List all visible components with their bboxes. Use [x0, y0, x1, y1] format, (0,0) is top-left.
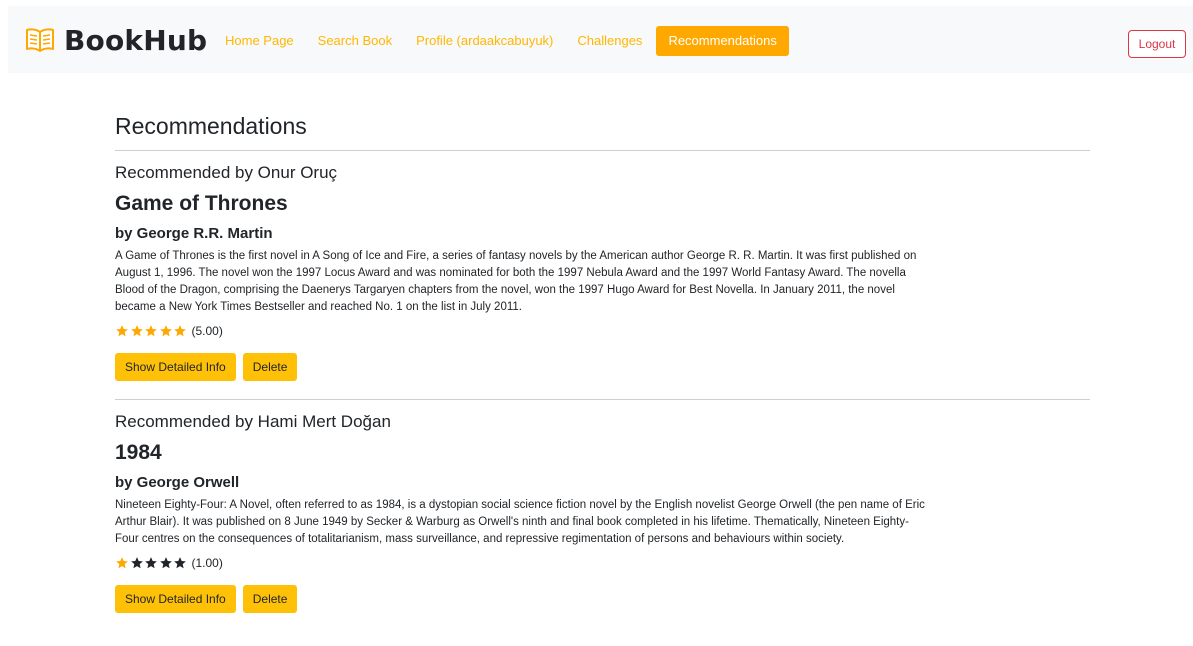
star-icon — [174, 325, 186, 337]
nav-links: Home Page Search Book Profile (ardaakcab… — [213, 26, 789, 56]
recommendation-divider — [115, 399, 1090, 400]
star-icon — [174, 557, 186, 569]
delete-button[interactable]: Delete — [242, 353, 298, 381]
star-icon — [130, 325, 143, 337]
star-icon — [159, 325, 172, 337]
star-icon — [116, 557, 128, 569]
brand[interactable]: BookHub — [25, 23, 208, 57]
main-content: Recommendations Recommended by Onur Oruç… — [115, 110, 1090, 613]
book-description: Nineteen Eighty-Four: A Novel, often ref… — [115, 499, 925, 545]
recommender-name: Recommended by Hami Mert Doğan — [115, 412, 391, 431]
star-icon — [159, 557, 172, 569]
nav-link-search-book[interactable]: Search Book — [306, 26, 404, 56]
rating: (5.00) — [115, 323, 1090, 339]
show-detailed-info-button[interactable]: Show Detailed Info — [115, 353, 236, 381]
navbar: BookHub Home Page Search Book Profile (a… — [8, 6, 1193, 73]
rating-value: (5.00) — [191, 324, 223, 338]
star-rating — [115, 556, 188, 570]
star-icon — [130, 557, 143, 569]
card-actions: Show Detailed Info Delete — [115, 585, 1090, 613]
nav-link-profile[interactable]: Profile (ardaakcabuyuk) — [404, 26, 565, 56]
open-book-icon — [26, 28, 54, 52]
book-author: by George Orwell — [115, 474, 240, 491]
card-actions: Show Detailed Info Delete — [115, 353, 1090, 381]
book-author: by George R.R. Martin — [115, 225, 273, 242]
show-detailed-info-button[interactable]: Show Detailed Info — [115, 585, 236, 613]
recommendation-card: Recommended by Hami Mert Doğan 1984 by G… — [115, 411, 1090, 613]
recommendation-card: Recommended by Onur Oruç Game of Thrones… — [115, 162, 1090, 381]
book-description: A Game of Thrones is the first novel in … — [115, 250, 917, 313]
brand-name: BookHub — [64, 23, 208, 57]
rating: (1.00) — [115, 555, 1090, 571]
star-rating — [115, 324, 188, 338]
title-divider — [115, 150, 1090, 151]
star-icon — [145, 557, 157, 569]
nav-link-home[interactable]: Home Page — [213, 26, 306, 56]
star-icon — [145, 325, 157, 337]
page-title: Recommendations — [115, 113, 307, 139]
star-icon — [116, 325, 128, 337]
delete-button[interactable]: Delete — [242, 585, 298, 613]
nav-link-recommendations[interactable]: Recommendations — [656, 26, 789, 56]
nav-link-challenges[interactable]: Challenges — [565, 26, 654, 56]
logout-button[interactable]: Logout — [1128, 30, 1186, 58]
book-title: Game of Thrones — [115, 192, 288, 215]
recommender-name: Recommended by Onur Oruç — [115, 163, 338, 182]
book-title: 1984 — [115, 441, 162, 464]
rating-value: (1.00) — [191, 556, 223, 570]
